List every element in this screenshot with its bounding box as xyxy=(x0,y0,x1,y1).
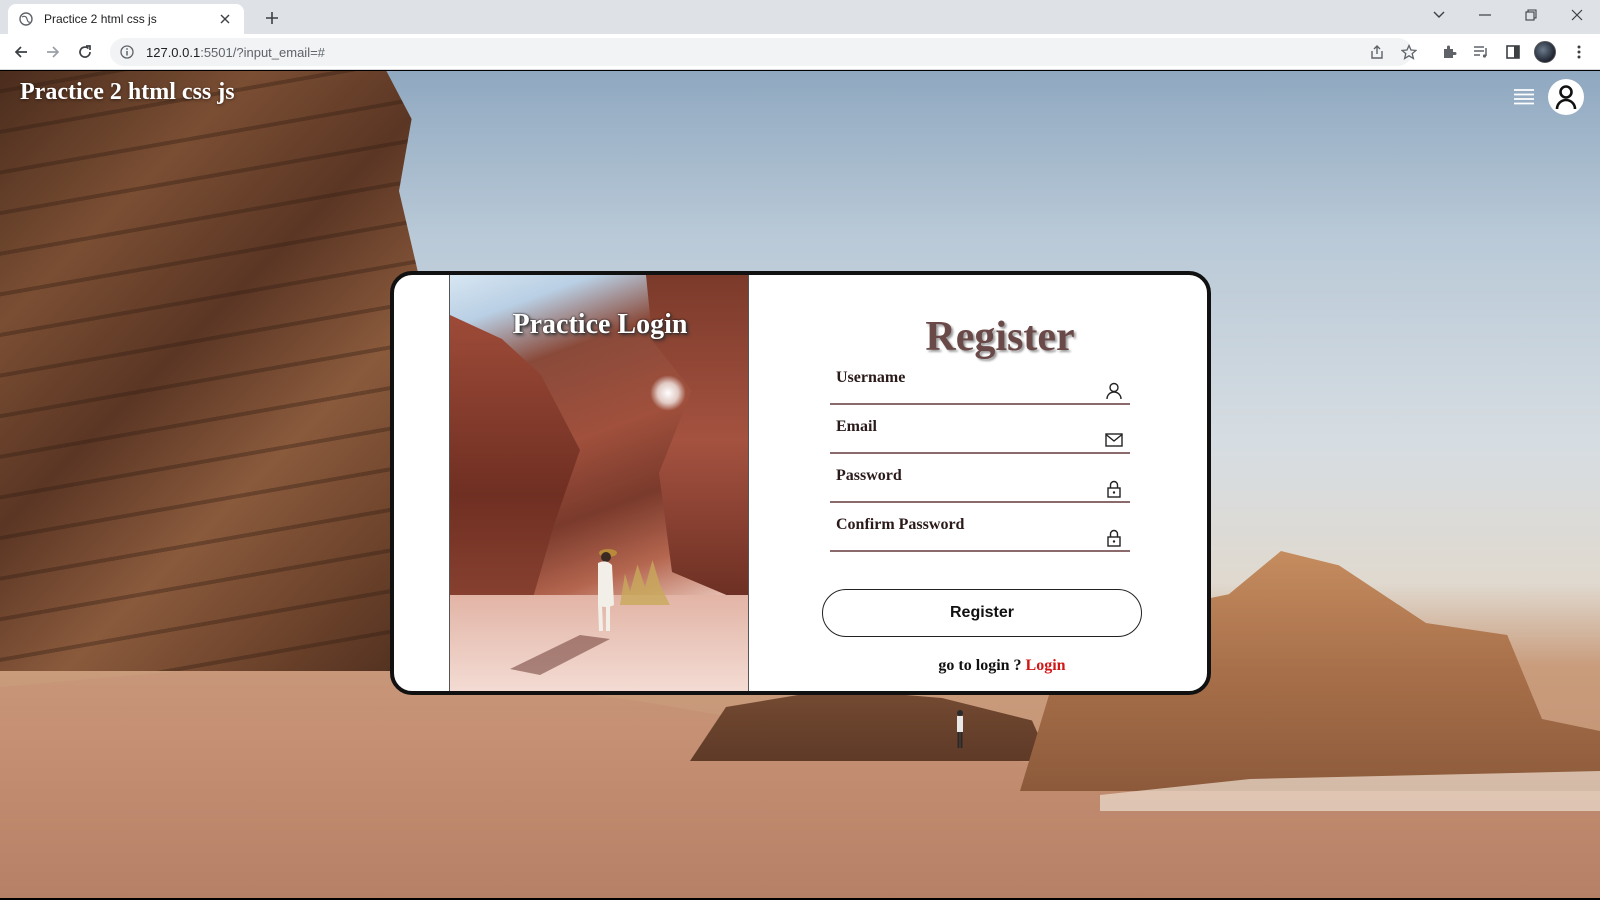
confirm-password-field[interactable]: Confirm Password xyxy=(830,512,1130,552)
tab-search-icon[interactable] xyxy=(1416,0,1462,30)
email-field[interactable]: Email xyxy=(830,414,1130,454)
email-label: Email xyxy=(836,418,877,435)
back-button[interactable] xyxy=(8,39,34,65)
photo-person xyxy=(598,549,617,632)
kebab-menu-icon[interactable] xyxy=(1566,39,1592,65)
hamburger-menu-icon[interactable] xyxy=(1512,85,1536,109)
password-field[interactable]: Password xyxy=(830,463,1130,503)
close-tab-icon[interactable] xyxy=(216,10,234,28)
background-cliff-texture xyxy=(0,71,420,671)
restore-button[interactable] xyxy=(1508,0,1554,30)
profile-avatar[interactable] xyxy=(1532,39,1558,65)
user-icon xyxy=(1104,381,1124,401)
form-title: Register xyxy=(925,314,1075,360)
username-label: Username xyxy=(836,369,906,386)
url-path: :5501/?input_email=# xyxy=(200,44,325,60)
browser-toolbar: 127.0.0.1:5501/?input_email=# xyxy=(0,34,1600,70)
site-info-icon[interactable] xyxy=(118,43,136,61)
mail-icon xyxy=(1104,430,1124,450)
login-prompt-text: go to login ? xyxy=(938,657,1026,674)
login-prompt: go to login ? Login xyxy=(830,657,1174,675)
browser-tabbar: Practice 2 html css js xyxy=(0,0,1600,34)
photo-sun xyxy=(650,375,686,411)
username-field[interactable]: Username xyxy=(830,365,1130,405)
site-title: Practice 2 html css js xyxy=(20,79,235,105)
tab-title: Practice 2 html css js xyxy=(44,12,157,26)
background-person xyxy=(957,710,963,748)
url-host: 127.0.0.1 xyxy=(146,44,201,60)
address-bar[interactable]: 127.0.0.1:5501/?input_email=# xyxy=(110,38,1412,66)
user-account-icon[interactable] xyxy=(1548,79,1584,115)
globe-icon xyxy=(18,11,34,27)
register-form: Register Username Email Password Confirm… xyxy=(822,275,1170,691)
register-button[interactable]: Register xyxy=(822,589,1142,637)
media-control-icon[interactable] xyxy=(1468,39,1494,65)
lock-icon xyxy=(1104,528,1124,548)
side-panel-icon[interactable] xyxy=(1500,39,1526,65)
extensions-icon[interactable] xyxy=(1436,39,1462,65)
bookmark-star-icon[interactable] xyxy=(1396,39,1422,65)
photo-grass xyxy=(620,560,670,605)
browser-tab[interactable]: Practice 2 html css js xyxy=(8,4,244,34)
image-title: Practice Login xyxy=(512,309,688,340)
canyon-photo: Practice Login xyxy=(449,275,749,691)
lock-icon xyxy=(1104,479,1124,499)
forward-button[interactable] xyxy=(40,39,66,65)
confirm-password-label: Confirm Password xyxy=(836,516,965,533)
photo-canyon-wall-left xyxy=(450,315,580,615)
close-window-button[interactable] xyxy=(1554,0,1600,30)
minimize-button[interactable] xyxy=(1462,0,1508,30)
login-link[interactable]: Login xyxy=(1026,657,1066,674)
new-tab-button[interactable] xyxy=(260,6,284,30)
page-viewport: Practice 2 html css js Practice Login Re… xyxy=(0,71,1600,898)
reload-button[interactable] xyxy=(72,39,98,65)
password-label: Password xyxy=(836,467,902,484)
share-icon[interactable] xyxy=(1364,39,1390,65)
register-card: Practice Login Register Username Email P… xyxy=(390,271,1211,695)
